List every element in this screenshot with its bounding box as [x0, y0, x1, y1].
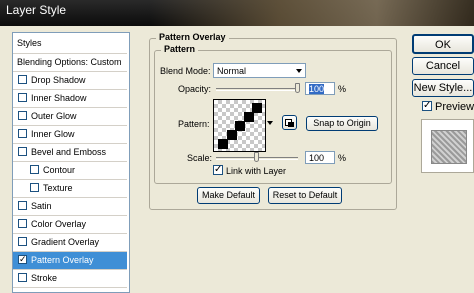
sidebar-item[interactable]: Color Overlay: [13, 216, 127, 234]
scale-label: Scale:: [187, 153, 213, 163]
snap-to-origin-button[interactable]: Snap to Origin: [306, 116, 378, 131]
sidebar-item-checkbox[interactable]: ✓: [18, 255, 27, 264]
sidebar-item[interactable]: Stroke: [13, 270, 127, 288]
opacity-input[interactable]: 100: [305, 82, 335, 95]
preview-checkbox[interactable]: ✓: [422, 101, 432, 111]
window-title: Layer Style: [6, 3, 67, 17]
sidebar-item-label: Drop Shadow: [31, 75, 86, 85]
scale-slider-thumb[interactable]: [254, 152, 260, 162]
checkmark-icon: ✓: [214, 164, 223, 175]
sidebar-item[interactable]: Blending Options: Custom: [13, 54, 127, 72]
sidebar-item-label: Inner Shadow: [31, 93, 87, 103]
blend-mode-label: Blend Mode:: [160, 66, 211, 76]
new-preset-icon: [285, 119, 294, 127]
link-with-layer-checkbox[interactable]: ✓: [213, 165, 223, 175]
reset-to-default-button[interactable]: Reset to Default: [268, 187, 342, 204]
sidebar-item[interactable]: Inner Glow: [13, 126, 127, 144]
sidebar-item[interactable]: Gradient Overlay: [13, 234, 127, 252]
scale-input[interactable]: 100: [305, 151, 335, 164]
pattern-square: [218, 139, 228, 149]
sidebar-item-checkbox[interactable]: [18, 93, 27, 102]
sidebar-item-checkbox[interactable]: [18, 147, 27, 156]
pattern-swatch[interactable]: [213, 99, 266, 152]
sidebar-item-checkbox[interactable]: [30, 165, 39, 174]
sidebar-item-checkbox[interactable]: [18, 219, 27, 228]
styles-header-label: Styles: [17, 38, 42, 48]
title-bar: Layer Style: [0, 0, 474, 26]
sidebar-item-checkbox[interactable]: [18, 237, 27, 246]
sidebar-item[interactable]: Inner Shadow: [13, 90, 127, 108]
make-default-button[interactable]: Make Default: [197, 187, 260, 204]
sidebar-item-label: Color Overlay: [31, 219, 87, 229]
sidebar-item-checkbox[interactable]: [18, 75, 27, 84]
opacity-unit: %: [338, 84, 347, 94]
blend-mode-select[interactable]: Normal: [213, 63, 306, 78]
sidebar-item-label: Outer Glow: [31, 111, 77, 121]
pattern-square: [244, 112, 254, 122]
sidebar-item-label: Contour: [43, 165, 76, 175]
pattern-square: [252, 103, 262, 113]
styles-list: Styles Blending Options: Custom Drop Shad…: [12, 32, 130, 293]
sidebar-item-checkbox[interactable]: [18, 201, 27, 210]
sidebar-item[interactable]: Satin: [13, 198, 127, 216]
sidebar-item[interactable]: ✓ Pattern Overlay: [13, 252, 127, 270]
pattern-square: [235, 121, 245, 131]
sidebar-item-label: Texture: [43, 183, 73, 193]
sidebar-item-label: Blending Options: Custom: [17, 57, 122, 67]
opacity-slider-thumb[interactable]: [295, 83, 300, 93]
scale-value: 100: [309, 153, 325, 163]
link-with-layer-label: Link with Layer: [226, 166, 287, 176]
sidebar-item-checkbox[interactable]: [18, 111, 27, 120]
sidebar-item-label: Pattern Overlay: [31, 255, 94, 265]
pattern-square: [227, 130, 237, 140]
sidebar-item[interactable]: Contour: [13, 162, 127, 180]
sidebar-item[interactable]: Texture: [13, 180, 127, 198]
blend-mode-value: Normal: [217, 66, 247, 76]
opacity-slider-track[interactable]: [216, 88, 298, 91]
sidebar-item-checkbox[interactable]: [30, 183, 39, 192]
ok-button[interactable]: OK: [412, 34, 474, 54]
new-preset-button[interactable]: [282, 115, 297, 130]
pattern-overlay-title: Pattern Overlay: [156, 32, 229, 42]
preview-label: Preview: [435, 101, 474, 113]
chevron-down-icon: [296, 69, 302, 73]
sidebar-item-label: Bevel and Emboss: [31, 147, 107, 157]
style-preview-swatch: [431, 130, 467, 164]
new-style-button[interactable]: New Style...: [412, 79, 474, 97]
title-bar-backdrop: [150, 0, 474, 26]
opacity-value: 100: [309, 84, 325, 94]
style-preview: [421, 119, 474, 173]
pattern-group-title: Pattern: [161, 44, 199, 54]
opacity-label: Opacity:: [178, 84, 212, 94]
scale-unit: %: [338, 153, 347, 163]
sidebar-item-label: Satin: [31, 201, 52, 211]
sidebar-item[interactable]: Bevel and Emboss: [13, 144, 127, 162]
checkmark-icon: ✓: [423, 100, 432, 111]
cancel-button[interactable]: Cancel: [412, 57, 474, 75]
sidebar-item-label: Inner Glow: [31, 129, 75, 139]
pattern-picker-arrow-icon[interactable]: [267, 121, 273, 125]
pattern-label: Pattern:: [178, 119, 210, 129]
sidebar-item-checkbox[interactable]: [18, 273, 27, 282]
sidebar-item-label: Gradient Overlay: [31, 237, 100, 247]
sidebar-item[interactable]: Outer Glow: [13, 108, 127, 126]
styles-header[interactable]: Styles: [13, 33, 127, 54]
sidebar-item[interactable]: Drop Shadow: [13, 72, 127, 90]
sidebar-item-label: Stroke: [31, 273, 58, 283]
sidebar-item-checkbox[interactable]: [18, 129, 27, 138]
